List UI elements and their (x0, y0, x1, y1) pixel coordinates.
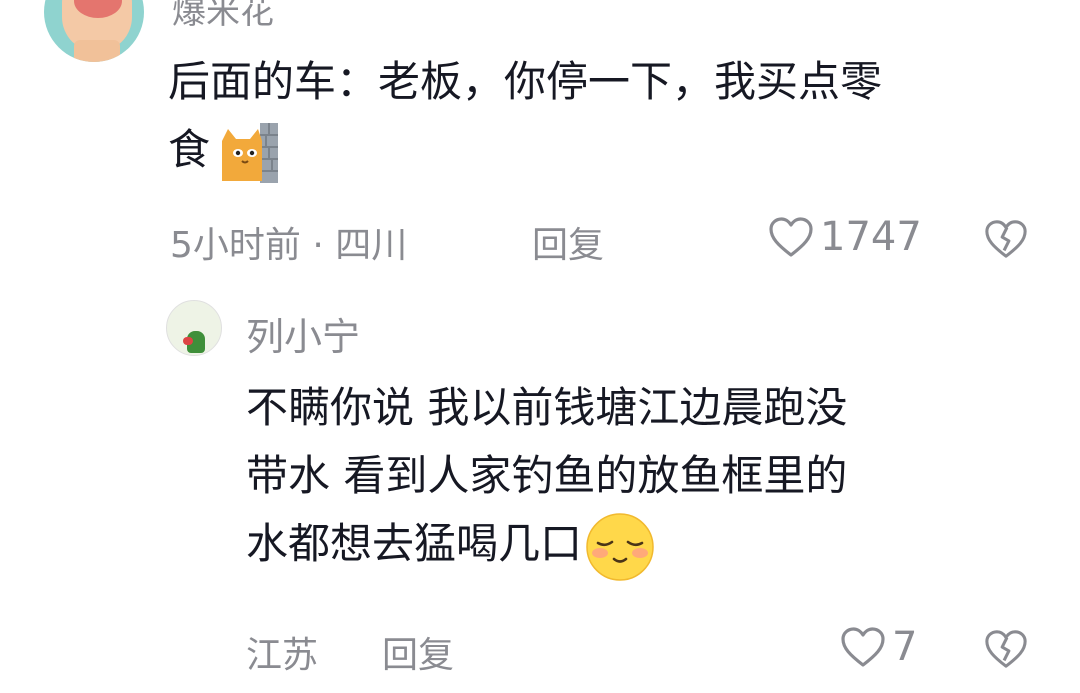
commenter-username[interactable]: 爆米花 (172, 0, 274, 33)
reply-text: 不瞒你说 我以前钱塘江边晨跑没 带水 看到人家钓鱼的放鱼框里的 水都想去猛喝几口 (246, 374, 1026, 583)
comment-text-line: 食 (168, 116, 1048, 185)
like-count: 1747 (820, 214, 922, 260)
shy-smile-emoji-icon (586, 512, 654, 581)
replier-username[interactable]: 列小宁 (246, 306, 360, 361)
commenter-avatar[interactable] (44, 0, 144, 62)
like-button[interactable]: 1747 (768, 214, 922, 260)
comment-text: 后面的车：老板，你停一下，我买点零 食 (168, 48, 1048, 185)
reply-text-line: 带水 看到人家钓鱼的放鱼框里的 (246, 451, 848, 500)
reply-button[interactable]: 回复 (532, 216, 604, 268)
dislike-broken-heart-icon[interactable] (984, 628, 1028, 670)
comment-meta-time-location: 5小时前 · 四川 (170, 225, 408, 266)
reply-text-line: 水都想去猛喝几口 (246, 510, 1026, 583)
like-count: 7 (892, 624, 918, 670)
reply-button[interactable]: 回复 (382, 626, 454, 678)
cat-peeking-emoji-icon (222, 122, 279, 183)
like-button[interactable]: 7 (840, 624, 917, 670)
dislike-broken-heart-icon[interactable] (984, 218, 1028, 260)
reply-text-line: 不瞒你说 我以前钱塘江边晨跑没 (246, 383, 848, 432)
heart-icon (769, 217, 813, 257)
heart-icon (841, 627, 885, 667)
replier-avatar[interactable] (166, 300, 222, 356)
reply-meta-location: 江苏 (246, 635, 319, 676)
comment-text-line: 后面的车：老板，你停一下，我买点零 (168, 57, 883, 106)
